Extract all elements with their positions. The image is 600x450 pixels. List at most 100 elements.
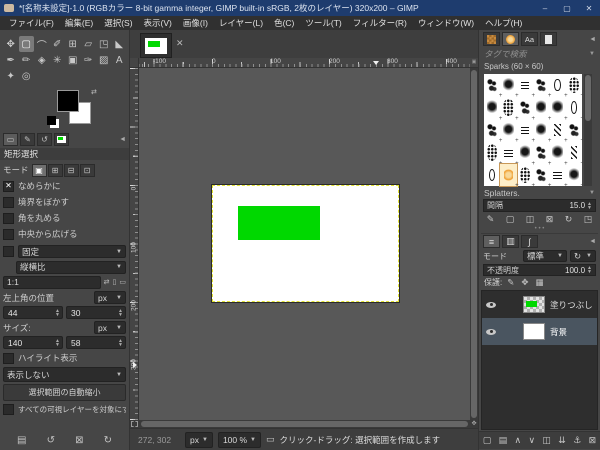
reset-tool-options-button[interactable]: ↻ — [104, 435, 112, 446]
brush-item[interactable] — [484, 141, 503, 167]
layer-mode-dropdown[interactable]: 標準 ▼ — [523, 250, 567, 262]
tag-filter[interactable]: タグで検索 ▼ — [481, 47, 598, 61]
spinner-arrows-icon[interactable]: ▲ ▼ — [587, 201, 592, 210]
status-unit-dropdown[interactable]: px ▼ — [185, 431, 213, 448]
channels-tab[interactable]: ▥ — [502, 235, 519, 248]
delete-brush-button[interactable]: ⊠ — [546, 214, 554, 225]
brush-item[interactable] — [549, 119, 568, 145]
dock-menu-icon[interactable]: ◄ — [589, 36, 598, 43]
menu-item[interactable]: 表示(V) — [139, 17, 177, 29]
ruler-origin-corner[interactable] — [130, 58, 139, 68]
portrait-icon[interactable]: ▯ — [113, 278, 117, 286]
layer-row[interactable]: 背景 — [482, 318, 597, 345]
brush-item[interactable] — [533, 119, 552, 145]
swap-colors-icon[interactable]: ⇄ — [91, 88, 97, 96]
swap-ratio-icon[interactable]: ⇄ — [104, 278, 110, 286]
mode-subtract-button[interactable]: ⊟ — [63, 163, 79, 177]
menu-item[interactable]: ツール(T) — [300, 17, 346, 29]
smudge-tool[interactable]: ✑ — [81, 52, 97, 68]
brush-item[interactable] — [549, 96, 568, 122]
layer-row[interactable]: 塗りつぶし — [482, 291, 597, 318]
aspect-ratio-dropdown[interactable]: 縦横比 ▼ — [16, 260, 126, 274]
blend-space-dropdown[interactable]: ↻ ▼ — [570, 250, 596, 262]
eraser-tool[interactable]: ◈ — [34, 52, 50, 68]
new-brush-button[interactable]: ▢ — [506, 214, 515, 225]
images-tab[interactable] — [54, 132, 69, 146]
lock-pixels-button[interactable]: ✎ — [507, 277, 514, 288]
tool-options-tab[interactable]: ▭ — [3, 132, 18, 146]
brush-item[interactable] — [500, 141, 519, 167]
gradient-tool[interactable]: ▨ — [96, 52, 112, 68]
brush-item[interactable] — [484, 119, 503, 145]
option-0-checkbox[interactable]: ✕ — [3, 180, 14, 192]
zoom-tool[interactable]: ◎ — [19, 68, 35, 84]
lock-position-button[interactable]: ✥ — [521, 277, 528, 288]
vertical-ruler[interactable]: 0 100 200 300 — [130, 68, 139, 420]
visibility-eye-icon[interactable] — [486, 328, 496, 335]
dock-menu-icon[interactable]: ◄ — [589, 238, 598, 245]
brush-item[interactable] — [533, 96, 552, 122]
image-tab[interactable] — [140, 33, 172, 58]
brush-item[interactable] — [517, 119, 535, 145]
merge-down-button[interactable]: ⇊ — [558, 435, 566, 446]
brush-item[interactable] — [517, 74, 535, 100]
refresh-brushes-button[interactable]: ↻ — [565, 214, 573, 225]
shrink-merged-checkbox[interactable] — [3, 403, 14, 415]
size-width-input[interactable]: 140 ▲ ▼ — [3, 336, 63, 349]
layers-tab[interactable]: ≡ — [483, 235, 500, 248]
ink-tool[interactable]: ✒ — [3, 52, 19, 68]
open-brush-as-image-button[interactable]: ◳ — [584, 214, 593, 225]
move-tool[interactable]: ✥ — [3, 36, 19, 52]
landscape-icon[interactable]: ▭ — [119, 278, 126, 286]
menu-item[interactable]: 色(C) — [269, 17, 299, 29]
duplicate-layer-button[interactable]: ◫ — [542, 435, 551, 446]
duplicate-brush-button[interactable]: ◫ — [526, 214, 535, 225]
mode-intersect-button[interactable]: ⊡ — [79, 163, 95, 177]
image-tab-close-icon[interactable]: ✕ — [176, 38, 184, 49]
foreground-color-swatch[interactable] — [57, 90, 79, 112]
navigation-preview-button[interactable]: ✥ — [470, 420, 478, 428]
zoom-dropdown[interactable]: 100 % ▼ — [217, 431, 261, 448]
ratio-input[interactable]: 1:1 — [3, 275, 101, 289]
brush-item[interactable] — [549, 74, 568, 100]
zoom-follow-toggle[interactable]: ▣ — [470, 58, 478, 68]
guides-dropdown[interactable]: 表示しない ▼ — [3, 367, 126, 382]
minimize-button[interactable]: – — [534, 0, 556, 16]
save-tool-preset-button[interactable]: ▤ — [17, 435, 26, 446]
option-1-checkbox[interactable] — [3, 196, 14, 208]
raise-layer-button[interactable]: ∧ — [514, 435, 521, 446]
delete-layer-button[interactable]: ⊠ — [589, 435, 597, 446]
handle-transform-tool[interactable]: ◳ — [96, 36, 112, 52]
fixed-dropdown[interactable]: 固定 ▼ — [18, 245, 126, 258]
brush-item[interactable] — [500, 96, 519, 122]
unified-transform-tool[interactable]: ▱ — [81, 36, 97, 52]
menu-item[interactable]: ヘルプ(H) — [480, 17, 527, 29]
brush-item[interactable] — [566, 164, 584, 189]
brush-item[interactable] — [566, 141, 584, 167]
brush-item[interactable] — [484, 74, 503, 100]
menu-item[interactable]: ウィンドウ(W) — [413, 17, 479, 29]
fixed-checkbox[interactable] — [3, 246, 14, 257]
position-unit-dropdown[interactable]: px ▼ — [94, 291, 126, 304]
clone-tool[interactable]: ▣ — [65, 52, 81, 68]
menu-item[interactable]: レイヤー(L) — [214, 17, 268, 29]
menu-item[interactable]: 選択(S) — [99, 17, 137, 29]
menu-item[interactable]: ファイル(F) — [4, 17, 59, 29]
vertical-scrollbar[interactable] — [470, 68, 478, 420]
visibility-eye-icon[interactable] — [486, 301, 496, 308]
horizontal-scrollbar[interactable] — [139, 420, 470, 428]
brush-item[interactable] — [517, 96, 535, 122]
spinner-arrows-icon[interactable]: ▲ ▼ — [587, 266, 592, 275]
position-x-input[interactable]: 44 ▲ ▼ — [3, 306, 63, 319]
brush-item[interactable] — [499, 162, 519, 189]
spinner-arrows-icon[interactable]: ▲ ▼ — [118, 338, 123, 347]
restore-tool-preset-button[interactable]: ↺ — [47, 435, 55, 446]
paths-tab[interactable]: ∫ — [521, 235, 538, 248]
dock-menu-icon[interactable]: ◄ — [119, 136, 126, 143]
delete-tool-preset-button[interactable]: ⊠ — [75, 435, 83, 446]
brush-item[interactable] — [566, 96, 584, 122]
anchor-layer-button[interactable]: ⚓ — [573, 435, 581, 446]
auto-shrink-button[interactable]: 選択範囲の自動縮小 — [3, 384, 126, 401]
position-y-input[interactable]: 30 ▲ ▼ — [66, 306, 126, 319]
rectangle-select-tool[interactable]: ▢ — [18, 36, 34, 52]
